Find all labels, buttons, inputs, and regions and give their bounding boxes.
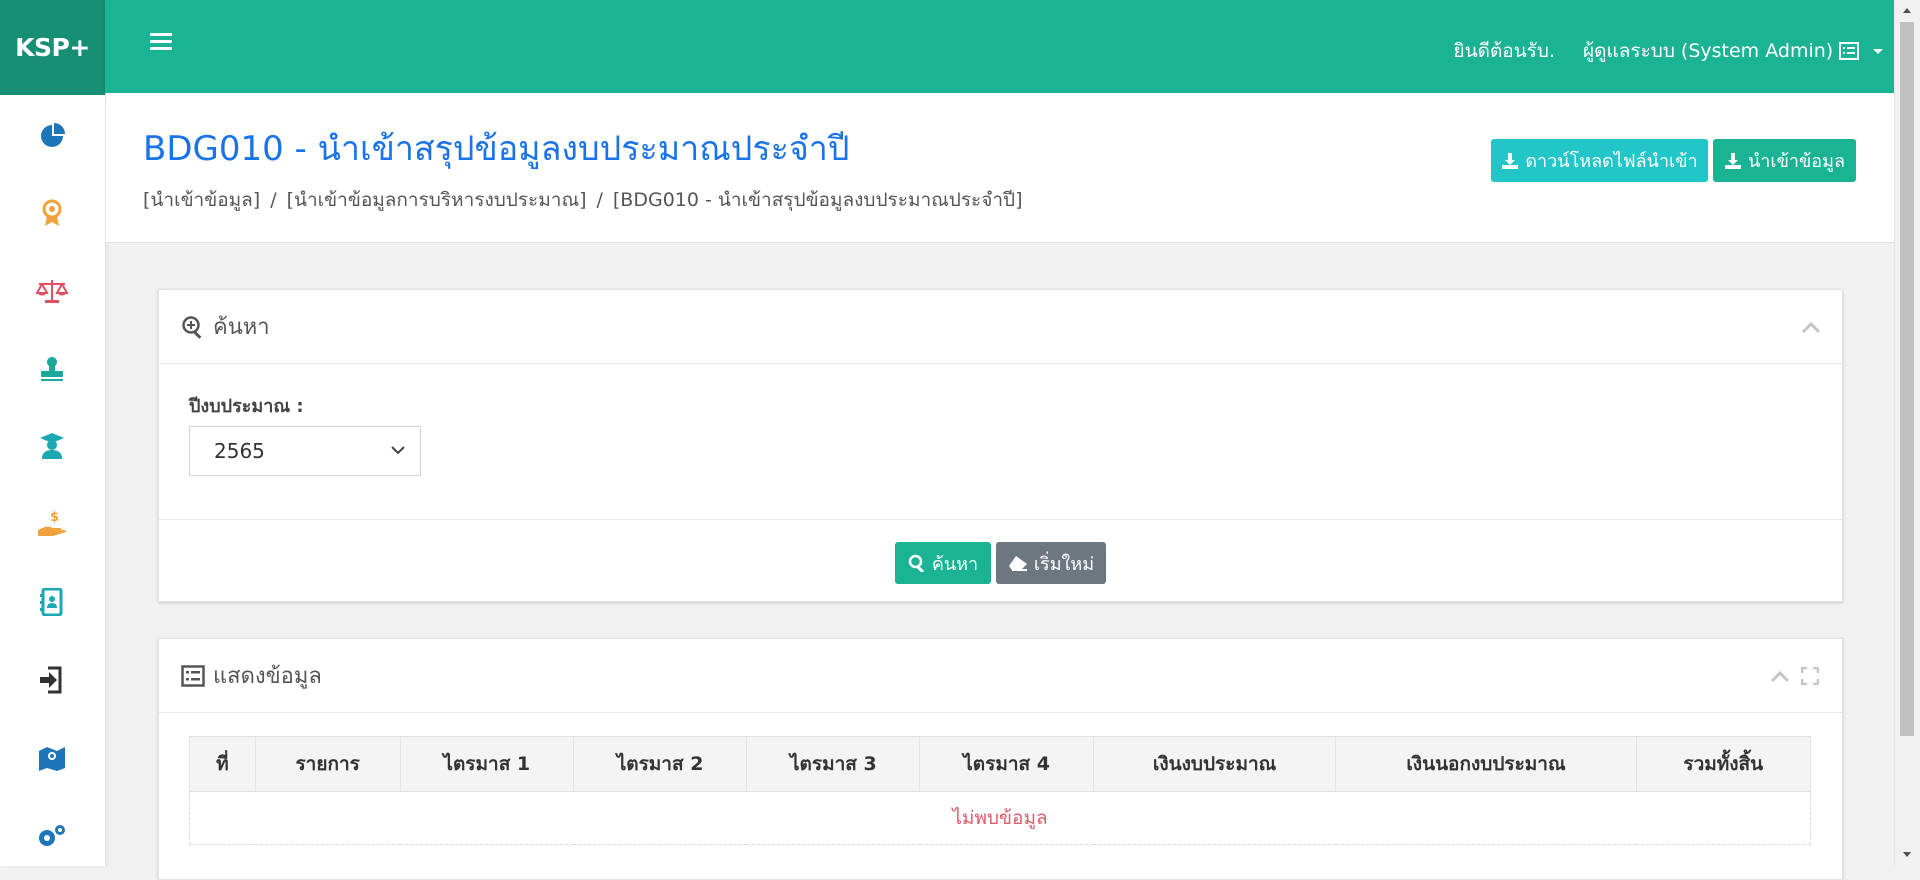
graduate-icon[interactable] [32,426,72,466]
eraser-icon [1008,556,1027,571]
no-data-message: ไม่พบข้อมูล [189,791,1811,845]
search-panel-header: ค้นหา [159,290,1842,364]
search-plus-icon [182,315,202,339]
stamp-icon[interactable] [32,349,72,389]
search-button[interactable]: ค้นหา [895,542,991,584]
scrollbar-thumb[interactable] [1900,22,1914,736]
col-q2[interactable]: ไตรมาส 2 [572,736,748,792]
map-icon[interactable] [32,738,72,778]
svg-text:$: $ [50,510,59,525]
col-item[interactable]: รายการ [254,736,401,792]
breadcrumb-item: [BDG010 - นำเข้าสรุปข้อมูลงบประมาณประจำป… [612,189,1023,211]
expand-icon[interactable] [1801,667,1819,685]
search-button-label: ค้นหา [931,553,979,575]
page-scrollbar[interactable] [1894,0,1920,866]
scroll-up-arrow-icon[interactable] [1902,6,1912,14]
download-icon [1725,152,1741,169]
table-row: ไม่พบข้อมูล [189,791,1811,845]
results-table: ที่ รายการ ไตรมาส 1 ไตรมาส 2 ไตรมาส 3 ไต… [189,736,1812,845]
sign-in-icon[interactable] [32,660,72,700]
caret-down-icon [1873,49,1884,54]
page-title: BDG010 - นำเข้าสรุปข้อมูลงบประมาณประจำปี [143,129,850,169]
breadcrumb-item[interactable]: [นำเข้าข้อมูลการบริหารงบประมาณ] [287,189,587,211]
search-icon [908,554,924,572]
menu-toggle-icon[interactable] [150,33,172,54]
breadcrumb-separator: / [596,189,603,211]
user-name: ผู้ดูแลระบบ (System Admin) [1583,40,1834,62]
col-budget[interactable]: เงินงบประมาณ [1092,736,1337,792]
settings-icon[interactable] [32,816,72,856]
list-icon [1839,42,1860,60]
breadcrumb: [นำเข้าข้อมูล] / [นำเข้าข้อมูลการบริหารงบป… [143,185,1023,215]
user-menu[interactable]: ผู้ดูแลระบบ (System Admin) [1583,36,1885,66]
import-data-button[interactable]: นำเข้าข้อมูล [1713,139,1856,182]
collapse-chevron-up-icon[interactable] [1801,321,1821,335]
fiscal-year-label: ปีงบประมาณ : [189,396,304,417]
col-non-budget[interactable]: เงินนอกงบประมาณ [1335,736,1637,792]
chart-pie-icon[interactable] [32,116,72,156]
list-alt-icon [181,664,205,687]
results-panel: แสดงข้อมูล ที่ รายการ ไตรมาส 1 ไตรมาส 2 … [158,638,1843,880]
download-template-button[interactable]: ดาวน์โหลดไฟล์นำเข้า [1491,139,1708,182]
download-icon [1502,152,1519,169]
search-panel-title: ค้นหา [213,315,270,340]
reset-button[interactable]: เริ่มใหม่ [996,542,1106,584]
brand-logo[interactable]: KSP+ [0,0,105,95]
import-data-label: นำเข้าข้อมูล [1748,151,1845,172]
money-hand-icon[interactable]: $ [32,504,72,544]
fiscal-year-value: 2565 [214,439,265,463]
sidebar: KSP+ $ [0,0,106,866]
fiscal-year-select[interactable]: 2565 [189,426,421,476]
balance-scale-icon[interactable] [32,271,72,311]
breadcrumb-separator: / [270,189,277,211]
award-icon[interactable] [32,193,72,233]
col-total[interactable]: รวมทั้งสิ้น [1635,736,1812,792]
breadcrumb-item[interactable]: [นำเข้าข้อมูล] [143,189,260,211]
chevron-down-icon [391,446,405,455]
scroll-down-arrow-icon[interactable] [1902,851,1912,859]
search-panel: ค้นหา ปีงบประมาณ : 2565 ค้นหา เริ่มใหม่ [158,289,1843,602]
download-template-label: ดาวน์โหลดไฟล์นำเข้า [1525,151,1698,172]
welcome-text: ยินดีต้อนรับ. [1453,40,1555,62]
col-q4[interactable]: ไตรมาส 4 [919,736,1094,792]
col-q3[interactable]: ไตรมาส 3 [746,736,921,792]
col-q1[interactable]: ไตรมาส 1 [399,736,574,792]
results-panel-title: แสดงข้อมูล [213,664,322,689]
address-book-icon[interactable] [32,582,72,622]
table-header-row: ที่ รายการ ไตรมาส 1 ไตรมาส 2 ไตรมาส 3 ไต… [189,736,1812,792]
collapse-chevron-up-icon[interactable] [1770,670,1790,684]
results-panel-header: แสดงข้อมูล [159,639,1842,713]
col-no[interactable]: ที่ [189,736,256,792]
reset-button-label: เริ่มใหม่ [1033,553,1095,575]
search-panel-divider [159,519,1842,520]
